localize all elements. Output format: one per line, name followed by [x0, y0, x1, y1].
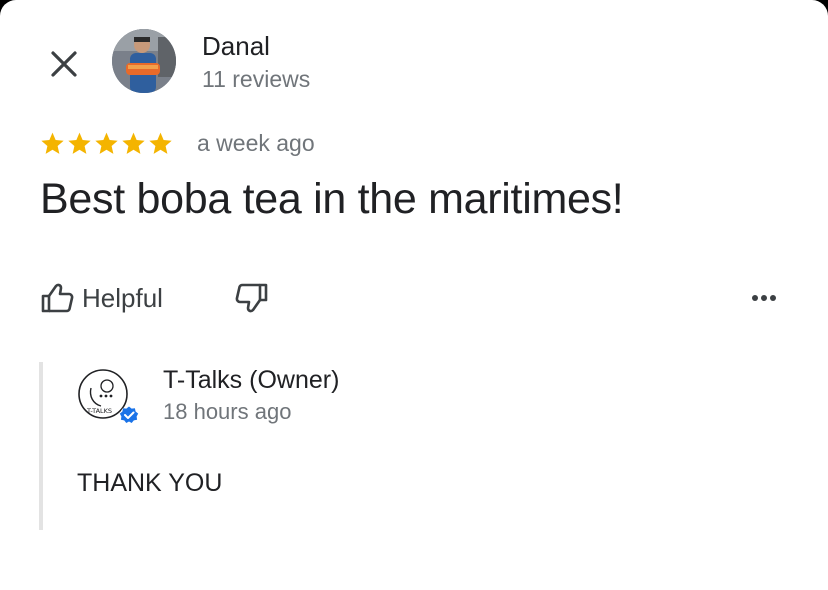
star-icon [122, 132, 145, 154]
close-icon [51, 51, 77, 77]
close-button[interactable] [44, 44, 84, 84]
reply-time: 18 hours ago [163, 399, 292, 424]
helpful-button[interactable]: Helpful [40, 278, 163, 318]
reply-text: THANK YOU [77, 469, 223, 497]
owner-avatar[interactable]: T-TALKS [77, 366, 139, 428]
review-text: Best boba tea in the maritimes! [40, 175, 624, 223]
star-rating [40, 131, 173, 157]
helpful-label: Helpful [82, 282, 163, 313]
thumbs-up-icon [41, 283, 74, 313]
star-icon [149, 132, 172, 154]
star-icon [95, 132, 118, 154]
owner-logo-text: T-TALKS [86, 407, 112, 415]
avatar-photo [112, 29, 176, 93]
owner-name[interactable]: T-Talks (Owner) [163, 366, 339, 395]
not-helpful-button[interactable] [232, 278, 272, 318]
author-avatar[interactable] [112, 29, 176, 93]
more-vert-icon [752, 295, 776, 301]
star-icon [68, 132, 91, 154]
star-icon [41, 132, 64, 154]
review-time: a week ago [197, 130, 315, 156]
thumbs-down-icon [235, 283, 268, 313]
author-name[interactable]: Danal [202, 31, 270, 62]
reply-divider [39, 362, 43, 530]
more-options-button[interactable] [746, 280, 782, 316]
review-sheet: Danal 11 reviews a week ago Best boba te… [0, 0, 828, 590]
owner-logo: T-TALKS [78, 369, 139, 424]
author-review-count: 11 reviews [202, 66, 311, 92]
